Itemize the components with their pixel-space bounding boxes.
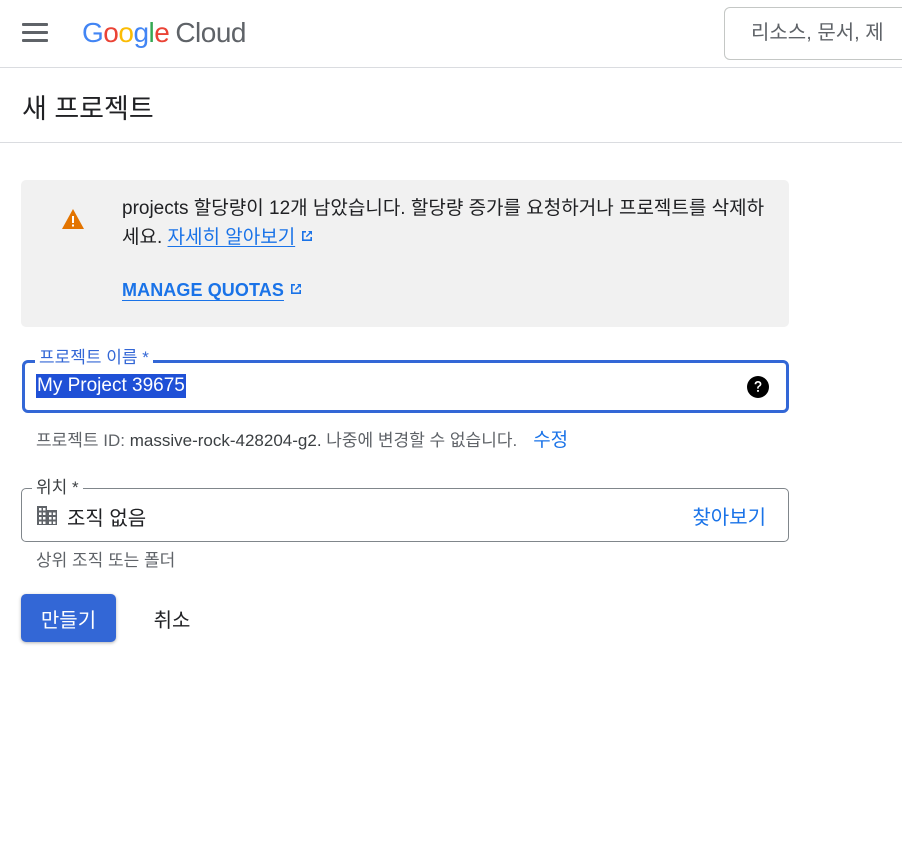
create-button[interactable]: 만들기 (21, 594, 116, 642)
warning-icon (62, 209, 84, 229)
search-input[interactable]: 리소스, 문서, 제 (724, 7, 902, 60)
location-help-text: 상위 조직 또는 폴더 (36, 551, 176, 570)
top-app-bar: Google Cloud 리소스, 문서, 제 (0, 0, 902, 68)
external-link-icon (290, 284, 301, 294)
quota-warning-banner: projects 할당량이 12개 남았습니다. 할당량 증가를 요청하거나 프… (21, 180, 789, 327)
external-link-icon (302, 231, 313, 241)
cancel-button[interactable]: 취소 (137, 594, 207, 642)
google-cloud-logo[interactable]: Google Cloud (82, 14, 246, 52)
hamburger-menu-icon[interactable] (20, 20, 52, 46)
project-name-input[interactable]: My Project 39675 (36, 374, 186, 398)
quota-warning-message: projects 할당량이 12개 남았습니다. 할당량 증가를 요청하거나 프… (122, 194, 772, 252)
manage-quotas-label: MANAGE QUOTAS (122, 280, 284, 300)
project-id-prefix: 프로젝트 ID: (36, 431, 130, 450)
manage-quotas-link[interactable]: MANAGE QUOTAS (122, 280, 304, 301)
project-name-label: 프로젝트 이름 * (35, 348, 153, 368)
organization-building-icon (37, 506, 57, 525)
location-field[interactable]: 위치 * 조직 없음 찾아보기 (21, 478, 789, 542)
location-label: 위치 * (32, 478, 83, 498)
location-value: 조직 없음 (67, 508, 147, 530)
logo-product-name: Cloud (175, 17, 246, 48)
project-id-info: 프로젝트 ID: massive-rock-428204-g2. 나중에 변경할… (36, 425, 568, 452)
page-title: 새 프로젝트 (22, 94, 154, 124)
page-header: 새 프로젝트 (0, 69, 902, 143)
project-id-value: massive-rock-428204-g2. (129, 431, 322, 450)
project-name-field[interactable]: 프로젝트 이름 * My Project 39675 (22, 348, 789, 413)
project-id-note: 나중에 변경할 수 없습니다. (321, 431, 518, 450)
browse-location-button[interactable]: 찾아보기 (692, 501, 766, 530)
help-circle-icon[interactable] (746, 375, 770, 399)
edit-project-id-link[interactable]: 수정 (533, 430, 568, 451)
learn-more-link[interactable]: 자세히 알아보기 (168, 227, 296, 248)
